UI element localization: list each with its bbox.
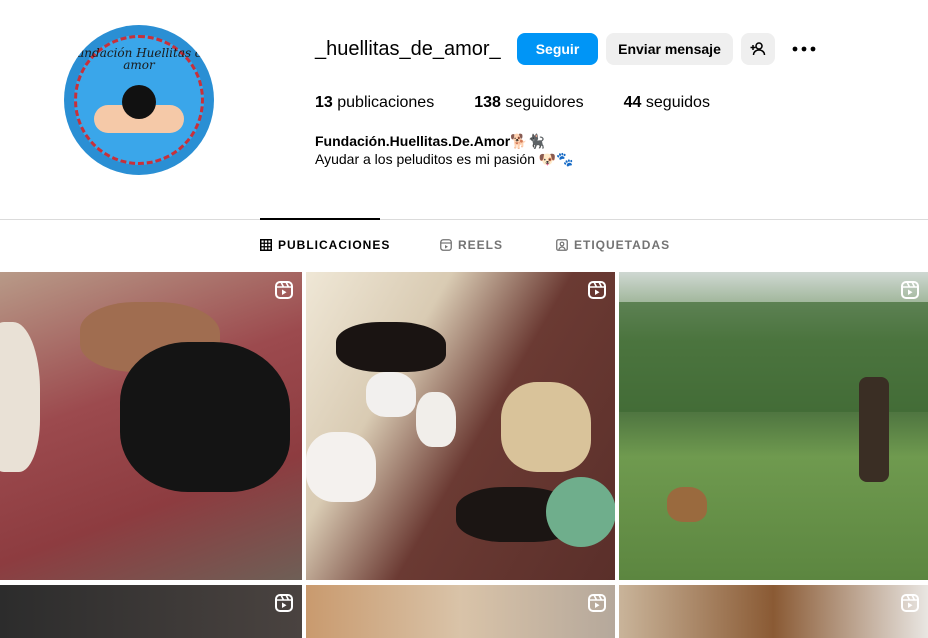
active-tab-indicator — [260, 218, 380, 220]
follow-button[interactable]: Seguir — [517, 33, 598, 65]
more-horizontal-icon — [792, 46, 816, 52]
profile-avatar[interactable]: Fundación Huellitas de amor — [64, 25, 214, 175]
reel-icon — [588, 281, 606, 299]
profile-username: _huellitas_de_amor_ — [315, 38, 501, 60]
post-tile[interactable] — [619, 585, 928, 638]
tagged-icon — [556, 239, 568, 251]
tab-etiquetadas[interactable]: ETIQUETADAS — [556, 238, 670, 252]
avatar-logo-text: Fundación Huellitas de amor — [68, 46, 210, 72]
reel-icon — [275, 594, 293, 612]
profile-bio: Ayudar a los peluditos es mi pasión 🐶🐾 — [315, 151, 574, 167]
grid-icon — [260, 239, 272, 251]
post-tile[interactable] — [0, 585, 302, 638]
reel-icon — [275, 281, 293, 299]
post-tile[interactable] — [619, 272, 928, 580]
post-tile[interactable] — [306, 272, 615, 580]
send-message-button[interactable]: Enviar mensaje — [606, 33, 733, 65]
reel-icon — [901, 281, 919, 299]
reels-icon — [440, 239, 452, 251]
following-stat[interactable]: 44 seguidos — [624, 94, 710, 112]
more-options-button[interactable] — [790, 38, 818, 60]
profile-full-name: Fundación.Huellitas.De.Amor🐕🐈‍⬛ — [315, 133, 546, 149]
reel-icon — [588, 594, 606, 612]
paw-logo-icon — [122, 85, 156, 119]
profile-stats: 13 publicaciones 138 seguidores 44 segui… — [315, 94, 750, 112]
post-tile[interactable] — [0, 272, 302, 580]
person-add-icon — [750, 42, 766, 56]
post-tile[interactable] — [306, 585, 615, 638]
followers-stat[interactable]: 138 seguidores — [474, 94, 583, 112]
tab-publicaciones[interactable]: PUBLICACIONES — [260, 238, 390, 252]
tab-reels[interactable]: REELS — [440, 238, 503, 252]
profile-tabs: PUBLICACIONES REELS ETIQUETADAS — [0, 238, 928, 256]
suggest-person-button[interactable] — [741, 33, 775, 65]
reel-icon — [901, 594, 919, 612]
posts-stat: 13 publicaciones — [315, 94, 435, 111]
tabs-divider — [0, 219, 928, 220]
